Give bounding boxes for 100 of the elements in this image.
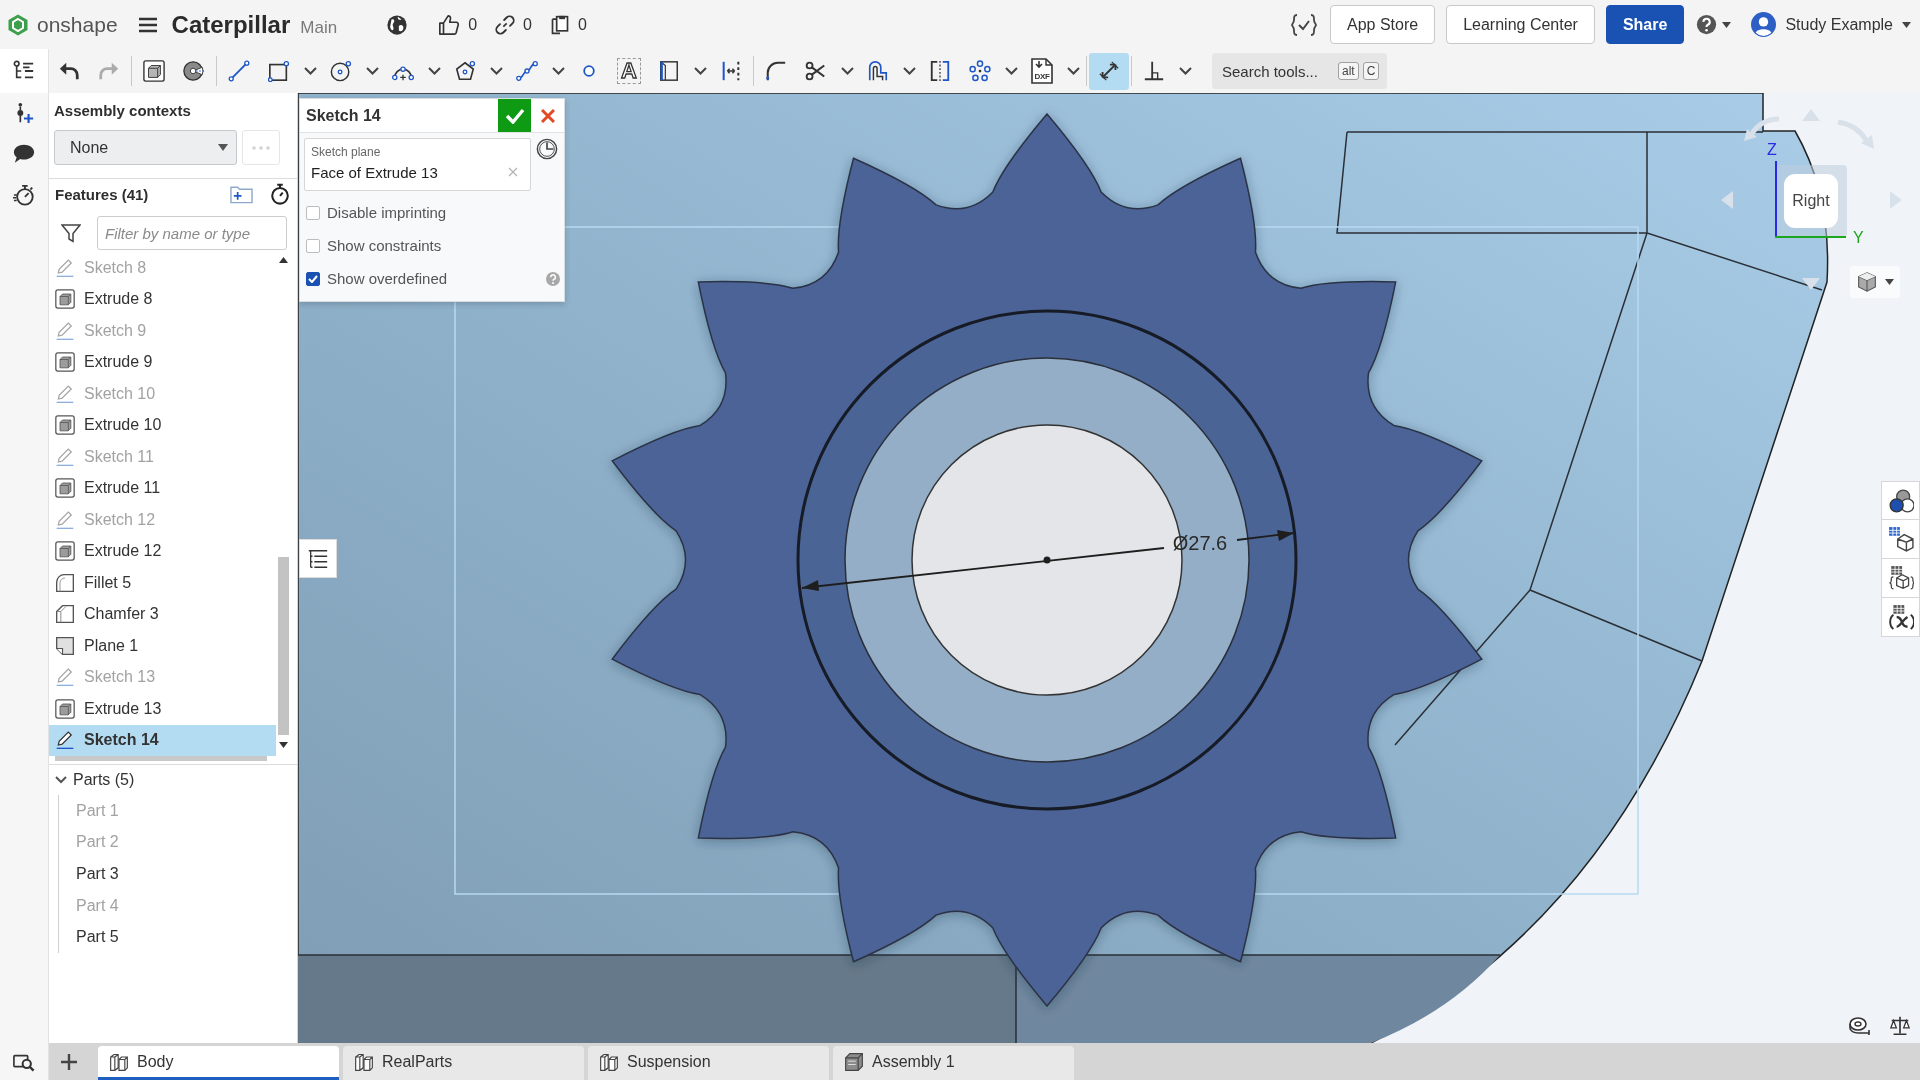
- box-outline-icon[interactable]: [658, 60, 680, 82]
- feature-tree-button[interactable]: [0, 49, 49, 93]
- check-icon[interactable]: [504, 107, 525, 124]
- feature-item[interactable]: Chamfer 3: [49, 598, 276, 630]
- pentagon-icon[interactable]: [454, 60, 476, 82]
- dots-icon[interactable]: [252, 145, 270, 150]
- chevron-down-icon[interactable]: [365, 67, 379, 75]
- horizontal-scrollbar[interactable]: [55, 756, 267, 761]
- appearance-button[interactable]: [1881, 481, 1920, 520]
- part-item[interactable]: Part 3: [59, 858, 297, 890]
- speech-bubble-icon[interactable]: [13, 143, 35, 165]
- chevron-down-icon[interactable]: [1178, 67, 1192, 75]
- list-icon[interactable]: [307, 547, 329, 570]
- search-field[interactable]: Search tools...: [1222, 62, 1334, 80]
- feature-item[interactable]: Sketch 14: [49, 724, 276, 756]
- feature-item[interactable]: Extrude 10: [49, 409, 276, 441]
- document-tab[interactable]: Suspension: [588, 1046, 829, 1080]
- likes-button[interactable]: 0: [436, 11, 480, 38]
- user-avatar-icon[interactable]: [1751, 12, 1777, 37]
- stopwatch-icon[interactable]: [13, 184, 35, 206]
- clipboard-icon[interactable]: [549, 14, 570, 35]
- configurations-button[interactable]: [1881, 520, 1920, 559]
- cube-in-square-icon[interactable]: [143, 60, 165, 82]
- dimension-icon[interactable]: [1098, 60, 1120, 82]
- view-menu-button[interactable]: [1850, 266, 1900, 298]
- close-icon[interactable]: [540, 108, 555, 123]
- fillet-icon[interactable]: [765, 60, 787, 82]
- feature-item[interactable]: Plane 1: [49, 630, 276, 662]
- help-button[interactable]: [1694, 12, 1734, 37]
- document-tab[interactable]: RealParts: [343, 1046, 584, 1080]
- point-icon[interactable]: [583, 65, 595, 77]
- chevron-down-icon[interactable]: [1066, 67, 1080, 75]
- feature-item[interactable]: Fillet 5: [49, 567, 276, 599]
- help-icon[interactable]: [1696, 14, 1718, 35]
- checkbox[interactable]: [306, 205, 320, 220]
- overlapping-circles-icon[interactable]: [1887, 487, 1914, 514]
- copies-button[interactable]: 0: [547, 12, 589, 37]
- align-icon[interactable]: [720, 60, 742, 82]
- header-button[interactable]: App Store: [1330, 5, 1436, 44]
- down-arrow-icon[interactable]: [1802, 278, 1820, 290]
- document-tab[interactable]: Body: [98, 1046, 339, 1080]
- circle-wedge-icon[interactable]: [183, 60, 205, 82]
- table-function-icon[interactable]: [1887, 604, 1914, 630]
- feature-item[interactable]: Extrude 9: [49, 346, 276, 378]
- parts-toggle[interactable]: Parts (5): [49, 765, 297, 795]
- chevron-down-icon[interactable]: [1004, 67, 1018, 75]
- header-button[interactable]: Learning Center: [1446, 5, 1595, 44]
- part-item[interactable]: Part 5: [59, 921, 297, 953]
- context-select[interactable]: None: [54, 130, 237, 165]
- clock-icon[interactable]: [536, 138, 558, 160]
- document-tab[interactable]: Assembly 1: [833, 1046, 1074, 1080]
- feature-item[interactable]: Extrude 12: [49, 535, 276, 567]
- up-arrow-icon[interactable]: [278, 257, 288, 263]
- scissors-icon[interactable]: [805, 60, 827, 82]
- spline-icon[interactable]: [516, 60, 538, 82]
- link-icon[interactable]: [495, 14, 516, 35]
- chevron-down-icon[interactable]: [840, 67, 854, 75]
- chevron-down-icon[interactable]: [489, 67, 503, 75]
- chevron-down-icon[interactable]: [551, 67, 565, 75]
- table-cube-icon[interactable]: [1887, 526, 1914, 552]
- chevron-down-icon[interactable]: [693, 67, 707, 75]
- feature-item[interactable]: Extrude 11: [49, 472, 276, 504]
- variable-table-button[interactable]: [1881, 598, 1920, 637]
- share-button[interactable]: Share: [1605, 5, 1685, 44]
- view-cube-face[interactable]: Right: [1784, 174, 1838, 228]
- feature-item[interactable]: Extrude 13: [49, 693, 276, 725]
- dimension-line[interactable]: [801, 530, 1295, 591]
- rotate-left-icon[interactable]: [1743, 115, 1781, 143]
- pattern-icon[interactable]: [969, 60, 991, 82]
- down-arrow-icon[interactable]: [278, 742, 288, 748]
- chevron-down-icon[interactable]: [427, 67, 441, 75]
- cube-icon[interactable]: [1856, 272, 1877, 292]
- sketch-plane-field[interactable]: Sketch plane Face of Extrude 13: [304, 138, 531, 191]
- chevron-down-icon[interactable]: [55, 776, 67, 784]
- plus-icon[interactable]: [61, 1053, 77, 1070]
- user-menu-button[interactable]: Study Example: [1749, 10, 1913, 39]
- undo-icon[interactable]: [58, 60, 80, 82]
- confirm-button[interactable]: [498, 99, 531, 132]
- feature-item[interactable]: Extrude 8: [49, 283, 276, 315]
- offset-icon[interactable]: [867, 60, 889, 82]
- thumbs-up-icon[interactable]: [438, 13, 461, 36]
- stopwatch-icon[interactable]: [269, 183, 291, 205]
- feature-list-button[interactable]: [299, 539, 337, 578]
- checkbox[interactable]: [306, 271, 320, 286]
- filter-field[interactable]: Filter by name or type: [97, 216, 287, 250]
- variable-studio-button[interactable]: [1881, 559, 1920, 598]
- checkbox[interactable]: [306, 238, 320, 253]
- rectangle-icon[interactable]: [268, 60, 290, 82]
- chevron-down-icon[interactable]: [303, 67, 317, 75]
- scrollbar-thumb[interactable]: [277, 557, 289, 735]
- filter-icon[interactable]: [61, 223, 81, 243]
- file-icon[interactable]: [1031, 58, 1053, 84]
- tool-button[interactable]: [1089, 52, 1129, 90]
- chevron-down-icon[interactable]: [902, 67, 916, 75]
- table-cube-braces-icon[interactable]: [1887, 565, 1914, 591]
- folder-add-icon[interactable]: [230, 184, 253, 204]
- perpendicular-icon[interactable]: [1143, 60, 1165, 82]
- line-icon[interactable]: [228, 60, 250, 82]
- mirror-icon[interactable]: [929, 60, 951, 82]
- links-button[interactable]: 0: [493, 12, 534, 37]
